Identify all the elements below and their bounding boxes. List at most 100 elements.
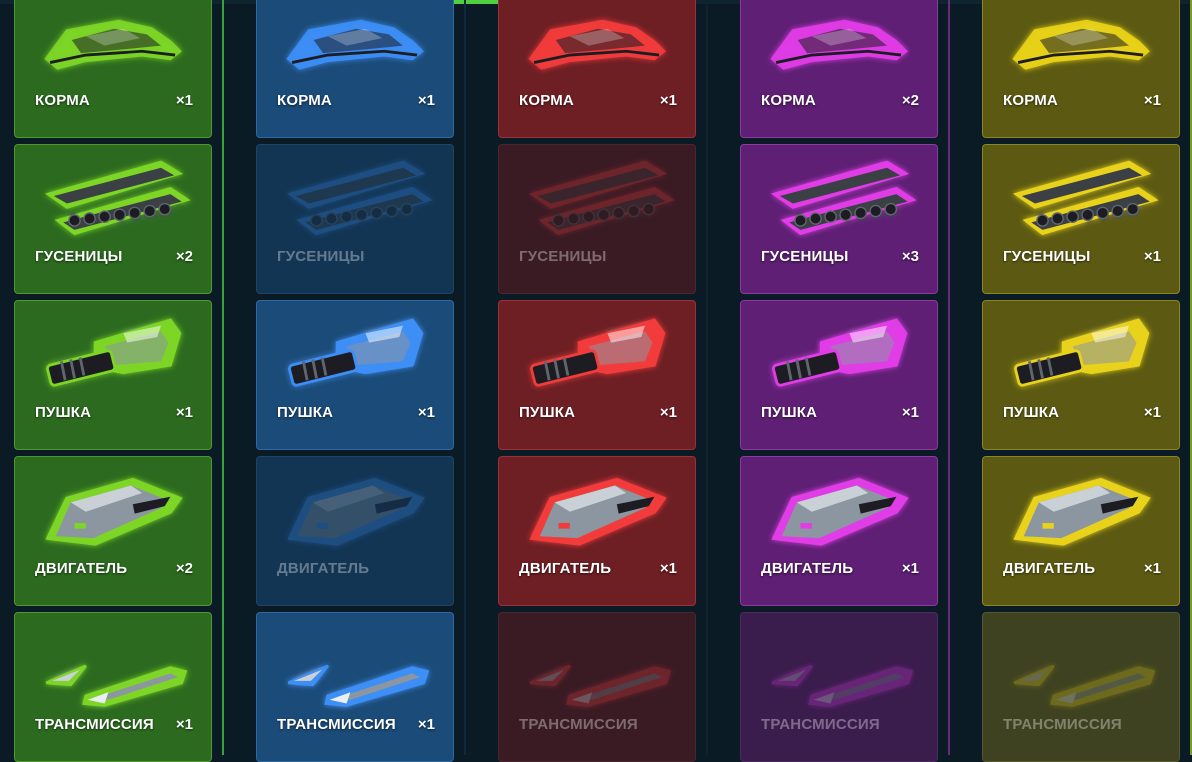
part-count: ×1 [901,404,919,421]
part-count: ×3 [901,248,919,265]
part-label: КОРМА [35,92,90,109]
rarity-column-blue: КОРМА ×1 ГУСЕНИЦЫ ПУШКА ×1 ДВИГАТЕЛЬ ТРА… [242,0,466,762]
cannon-icon [271,305,441,399]
tracks-icon [755,149,925,243]
part-card-transmission[interactable]: ТРАНСМИССИЯ [498,612,696,762]
part-card-tracks[interactable]: ГУСЕНИЦЫ [498,144,696,294]
part-label: ПУШКА [761,404,818,421]
tracks-icon [271,149,441,243]
part-card-hull[interactable]: КОРМА ×1 [982,0,1180,138]
engine-icon [29,461,199,555]
hull-icon [755,0,925,87]
rarity-column-purple: КОРМА ×2 ГУСЕНИЦЫ ×3 ПУШКА ×1 ДВИГАТЕЛЬ ×1 [726,0,950,762]
transmission-icon [29,617,199,711]
part-label: ТРАНСМИССИЯ [35,716,154,733]
transmission-icon [271,617,441,711]
cannon-icon [29,305,199,399]
cannon-icon [997,305,1167,399]
part-label: ДВИГАТЕЛЬ [761,560,854,577]
part-card-tracks[interactable]: ГУСЕНИЦЫ ×3 [740,144,938,294]
part-count: ×1 [659,560,677,577]
column-divider [464,0,466,755]
part-label: ГУСЕНИЦЫ [519,248,607,265]
part-label: ПУШКА [35,404,92,421]
part-card-hull[interactable]: КОРМА ×1 [14,0,212,138]
part-label: ДВИГАТЕЛЬ [1003,560,1096,577]
part-count: ×2 [175,248,193,265]
part-label: ТРАНСМИССИЯ [519,716,638,733]
part-count: ×1 [1143,92,1161,109]
part-count: ×1 [417,92,435,109]
part-count: ×1 [1143,404,1161,421]
hull-icon [271,0,441,87]
part-count: ×1 [1143,248,1161,265]
engine-icon [271,461,441,555]
part-count: ×2 [175,560,193,577]
part-count: ×1 [175,716,193,733]
part-label: ДВИГАТЕЛЬ [277,560,370,577]
part-count: ×1 [175,404,193,421]
rarity-column-yellow: КОРМА ×1 ГУСЕНИЦЫ ×1 ПУШКА ×1 ДВИГАТЕЛЬ ×1 [968,0,1192,762]
part-count: ×1 [659,404,677,421]
hull-icon [997,0,1167,87]
part-card-cannon[interactable]: ПУШКА ×1 [498,300,696,450]
part-label: КОРМА [519,92,574,109]
column-divider [948,0,950,755]
transmission-icon [997,617,1167,711]
column-divider [706,0,708,755]
part-label: ГУСЕНИЦЫ [35,248,123,265]
hull-icon [513,0,683,87]
part-label: ТРАНСМИССИЯ [1003,716,1122,733]
rarity-column-red: КОРМА ×1 ГУСЕНИЦЫ ПУШКА ×1 ДВИГАТЕЛЬ ×1 [484,0,708,762]
part-count: ×1 [901,560,919,577]
part-label: ДВИГАТЕЛЬ [35,560,128,577]
part-label: ПУШКА [277,404,334,421]
part-card-transmission[interactable]: ТРАНСМИССИЯ [740,612,938,762]
part-label: КОРМА [277,92,332,109]
part-card-transmission[interactable]: ТРАНСМИССИЯ [982,612,1180,762]
part-label: ГУСЕНИЦЫ [277,248,365,265]
part-label: ТРАНСМИССИЯ [277,716,396,733]
part-label: ДВИГАТЕЛЬ [519,560,612,577]
part-count: ×1 [659,92,677,109]
part-count: ×2 [901,92,919,109]
part-card-tracks[interactable]: ГУСЕНИЦЫ [256,144,454,294]
part-card-cannon[interactable]: ПУШКА ×1 [14,300,212,450]
tracks-icon [513,149,683,243]
engine-icon [755,461,925,555]
part-card-cannon[interactable]: ПУШКА ×1 [256,300,454,450]
part-card-cannon[interactable]: ПУШКА ×1 [740,300,938,450]
hull-icon [29,0,199,87]
part-card-hull[interactable]: КОРМА ×1 [498,0,696,138]
part-card-engine[interactable]: ДВИГАТЕЛЬ ×1 [982,456,1180,606]
part-label: ПУШКА [519,404,576,421]
part-count: ×1 [417,404,435,421]
part-label: КОРМА [1003,92,1058,109]
part-card-engine[interactable]: ДВИГАТЕЛЬ [256,456,454,606]
part-card-cannon[interactable]: ПУШКА ×1 [982,300,1180,450]
part-count: ×1 [417,716,435,733]
tracks-icon [997,149,1167,243]
part-card-hull[interactable]: КОРМА ×1 [256,0,454,138]
part-label: ГУСЕНИЦЫ [1003,248,1091,265]
part-card-transmission[interactable]: ТРАНСМИССИЯ ×1 [256,612,454,762]
part-count: ×1 [1143,560,1161,577]
part-label: ТРАНСМИССИЯ [761,716,880,733]
part-card-hull[interactable]: КОРМА ×2 [740,0,938,138]
part-card-engine[interactable]: ДВИГАТЕЛЬ ×1 [740,456,938,606]
part-card-tracks[interactable]: ГУСЕНИЦЫ ×2 [14,144,212,294]
part-card-engine[interactable]: ДВИГАТЕЛЬ ×2 [14,456,212,606]
tracks-icon [29,149,199,243]
part-label: ГУСЕНИЦЫ [761,248,849,265]
part-label: КОРМА [761,92,816,109]
column-divider [222,0,224,755]
part-card-tracks[interactable]: ГУСЕНИЦЫ ×1 [982,144,1180,294]
cannon-icon [513,305,683,399]
transmission-icon [513,617,683,711]
part-label: ПУШКА [1003,404,1060,421]
part-card-engine[interactable]: ДВИГАТЕЛЬ ×1 [498,456,696,606]
part-card-transmission[interactable]: ТРАНСМИССИЯ ×1 [14,612,212,762]
engine-icon [513,461,683,555]
engine-icon [997,461,1167,555]
part-count: ×1 [175,92,193,109]
